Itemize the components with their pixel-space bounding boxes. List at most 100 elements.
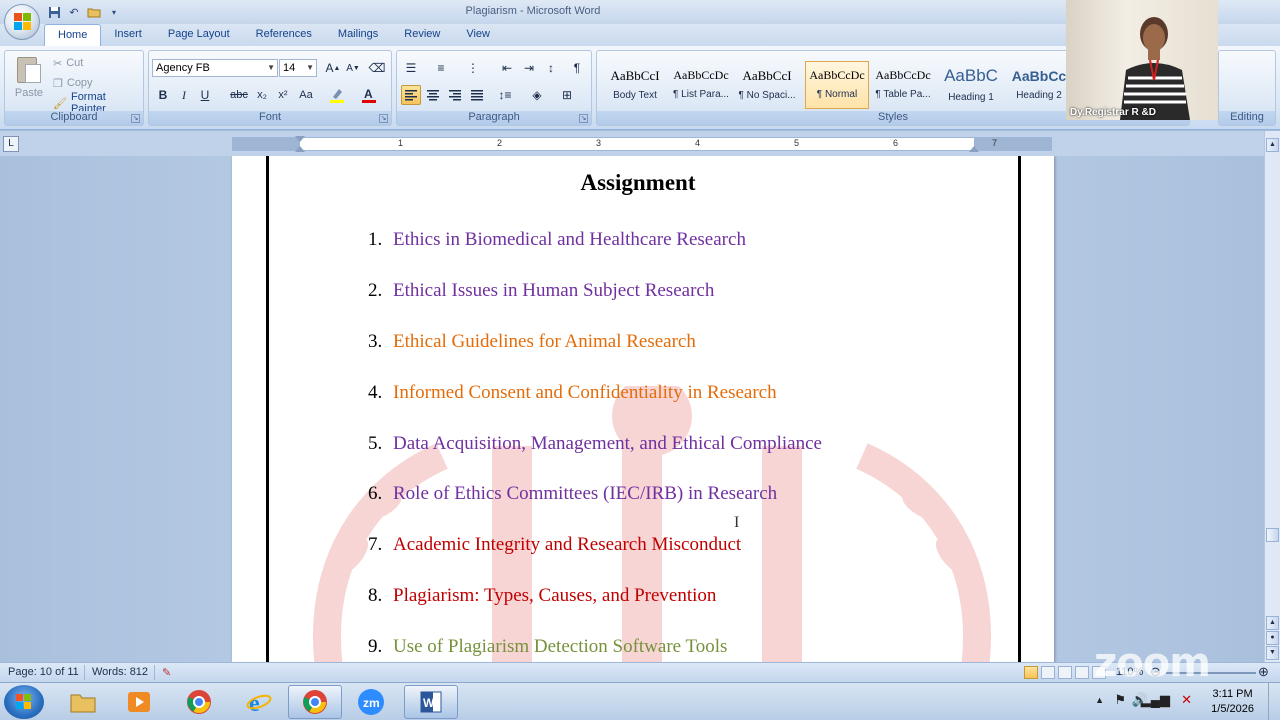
zoom-in-icon[interactable]: ⊕ [1258,664,1269,680]
list-item[interactable]: 2. Ethical Issues in Human Subject Resear… [368,280,822,331]
save-icon[interactable] [46,5,62,19]
font-launcher-icon[interactable]: ↘ [379,114,388,123]
list-item[interactable]: 6. Role of Ethics Committees (IEC/IRB) in… [368,483,822,534]
tab-mailings[interactable]: Mailings [325,24,391,46]
scroll-up-arrow-icon[interactable]: ▲ [1266,138,1279,152]
subscript-icon[interactable]: x₂ [252,85,272,105]
list-item[interactable]: 8. Plagiarism: Types, Causes, and Prevent… [368,585,822,636]
font-size-combobox[interactable]: 14 ▼ [279,59,317,77]
copy-button[interactable]: ❐ Copy [53,75,93,91]
scrollbar-thumb[interactable] [1266,528,1279,542]
numbering-icon[interactable]: ≡ [431,58,451,78]
list-item[interactable]: 9. Use of Plagiarism Detection Software T… [368,636,822,662]
font-name-combobox[interactable]: Agency FB ▼ [152,59,278,77]
style-table-paragraph[interactable]: AaBbCcDc ¶ Table Pa... [871,61,935,109]
google-chrome-active-icon[interactable] [288,685,342,719]
outline-view-icon[interactable] [1075,666,1089,679]
style-normal[interactable]: AaBbCcDc ¶ Normal [805,61,869,109]
shrink-font-icon[interactable]: A ▼ [343,58,363,78]
scroll-up-arrow-icon[interactable]: ▲ [1266,616,1279,630]
print-layout-view-icon[interactable] [1024,666,1038,679]
list-item[interactable]: 4. Informed Consent and Confidentiality i… [368,382,822,433]
show-desktop-button[interactable] [1268,683,1280,720]
zoom-video-tile[interactable]: Dy.Registrar R &D [1066,0,1218,120]
tab-insert[interactable]: Insert [101,24,155,46]
tab-references[interactable]: References [243,24,325,46]
highlight-icon[interactable] [327,85,347,105]
style-no-spacing[interactable]: AaBbCcI ¶ No Spaci... [735,61,799,109]
document-page[interactable]: Assignment 1. Ethics in Biomedical and He… [232,156,1054,662]
tab-selector-icon[interactable]: L [3,136,19,152]
customize-qat-icon[interactable]: ▾ [106,5,122,19]
list-item[interactable]: 3. Ethical Guidelines for Animal Research [368,331,822,382]
borders-icon[interactable]: ⊞ [557,85,577,105]
scroll-down-arrow-icon[interactable]: ▼ [1266,646,1279,660]
chevron-down-icon[interactable]: ▼ [306,63,314,72]
hanging-indent-marker[interactable] [295,146,305,152]
zoom-app-icon[interactable]: zm [344,685,398,719]
bold-icon[interactable]: B [153,85,173,105]
style-heading-1[interactable]: AaBbC Heading 1 [939,61,1003,109]
full-screen-reading-view-icon[interactable] [1041,666,1055,679]
sort-icon[interactable]: ↕ [541,58,561,78]
taskbar-clock[interactable]: 3:11 PM 1/5/2026 [1211,687,1254,717]
multilevel-list-icon[interactable]: ⋮ [463,58,483,78]
style-list-paragraph[interactable]: AaBbCcDc ¶ List Para... [669,61,733,109]
paste-button[interactable]: Paste [11,55,47,105]
proofing-icon[interactable]: ✎ [162,666,171,679]
word-count[interactable]: Words: 812 [92,666,148,678]
media-player-icon[interactable] [112,685,166,719]
change-case-icon[interactable]: Aa [296,85,316,105]
vertical-scrollbar[interactable]: ▲ ▲ ● ▼ [1264,131,1280,662]
font-color-icon[interactable]: A [359,85,379,105]
office-button[interactable] [4,4,40,40]
paragraph-launcher-icon[interactable]: ↘ [579,114,588,123]
open-folder-icon[interactable] [86,5,102,19]
grow-font-icon[interactable]: A ▲ [323,58,343,78]
list-item[interactable]: 5. Data Acquisition, Management, and Ethi… [368,433,822,484]
bullets-icon[interactable]: ☰ [401,58,421,78]
google-chrome-icon[interactable] [172,685,226,719]
align-left-icon[interactable] [401,85,421,105]
increase-indent-icon[interactable]: ⇥ [519,58,539,78]
show-formatting-marks-icon[interactable]: ¶ [567,58,587,78]
clipboard-launcher-icon[interactable]: ↘ [131,114,140,123]
action-center-icon[interactable]: ⚑ [1114,692,1126,708]
underline-icon[interactable]: U [195,85,215,105]
align-right-icon[interactable] [445,85,465,105]
network-error-icon[interactable]: ✕ [1181,692,1192,708]
shading-icon[interactable]: ◈ [527,85,547,105]
first-line-indent-marker[interactable] [295,136,305,142]
italic-icon[interactable]: I [174,85,194,105]
superscript-icon[interactable]: x² [273,85,293,105]
tab-view[interactable]: View [453,24,503,46]
web-layout-view-icon[interactable] [1058,666,1072,679]
clear-formatting-icon[interactable]: ⌫ [367,58,387,78]
internet-explorer-icon[interactable]: e [232,685,286,719]
topic-list[interactable]: 1. Ethics in Biomedical and Healthcare Re… [368,229,822,662]
undo-icon[interactable]: ↶ [66,5,82,19]
microsoft-word-icon[interactable]: W [404,685,458,719]
align-center-icon[interactable] [423,85,443,105]
cut-button[interactable]: ✂ Cut [53,55,83,71]
show-hidden-icons-icon[interactable]: ▲ [1095,695,1104,705]
horizontal-ruler[interactable]: 1 2 3 4 5 6 7 [232,136,1052,152]
line-spacing-icon[interactable]: ↕≡ [495,85,515,105]
tab-home[interactable]: Home [44,24,102,46]
chevron-down-icon[interactable]: ▼ [267,63,275,72]
select-browse-object-icon[interactable]: ● [1266,631,1279,645]
right-indent-marker[interactable] [969,146,979,152]
style-heading-2[interactable]: AaBbCc Heading 2 [1007,61,1071,109]
format-painter-button[interactable]: 🖌 Format Painter [53,91,143,115]
justify-icon[interactable] [467,85,487,105]
page-counter[interactable]: Page: 10 of 11 [8,666,79,678]
list-item[interactable]: 1. Ethics in Biomedical and Healthcare Re… [368,229,822,280]
windows-explorer-icon[interactable] [56,685,110,719]
network-signal-icon[interactable]: ▂▄▆ [1141,692,1170,708]
document-title[interactable]: Assignment [232,170,1044,196]
list-item[interactable]: 7. Academic Integrity and Research Miscon… [368,534,822,585]
start-button[interactable] [4,685,44,719]
tab-review[interactable]: Review [391,24,453,46]
style-body-text[interactable]: AaBbCcI Body Text [603,61,667,109]
tab-page-layout[interactable]: Page Layout [155,24,243,46]
